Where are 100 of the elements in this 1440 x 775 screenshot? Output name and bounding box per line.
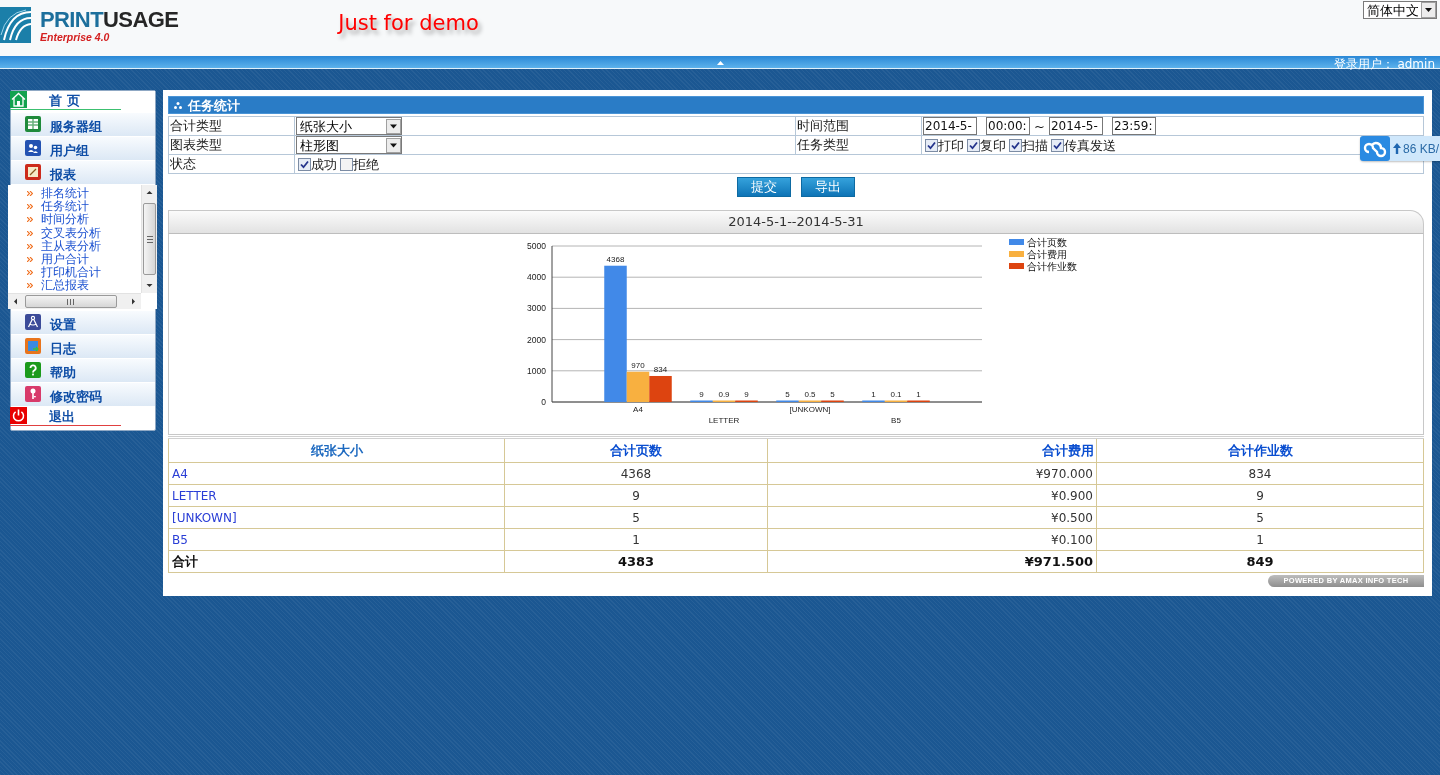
menu-item[interactable]: 日志 (11, 334, 155, 358)
row-link[interactable]: B5 (172, 532, 188, 547)
horizontal-scrollbar[interactable] (8, 293, 141, 309)
submenu-item[interactable]: 打印机合计 (27, 266, 141, 280)
hierarchy-icon (174, 101, 182, 109)
total-cell: 4383 (504, 550, 768, 573)
table-cell: 4368 (504, 462, 768, 485)
checkbox[interactable] (340, 157, 353, 171)
menu-item[interactable]: 用户组 (11, 136, 155, 160)
axis-tick-label: 2000 (527, 334, 546, 345)
action-button[interactable]: 导出 (801, 177, 855, 197)
data-label: 5 (785, 389, 790, 399)
data-label: 0.9 (718, 389, 730, 399)
submenu-item[interactable]: 主从表分析 (27, 239, 141, 253)
double-chevron-icon (27, 191, 33, 197)
axis-tick-label: 0 (541, 397, 546, 407)
submenu-item[interactable]: 交叉表分析 (27, 226, 141, 240)
axis-tick-label: 4000 (527, 272, 546, 283)
login-user: 登录用户： admin (1333, 57, 1435, 71)
checkbox-label: 打印 (938, 137, 964, 153)
menu-item[interactable]: 报表 (11, 160, 155, 184)
total-cell: ¥971.500 (767, 550, 1097, 573)
users-icon (25, 140, 41, 156)
data-label: 9 (699, 389, 704, 399)
table-cell: ¥970.000 (767, 462, 1097, 485)
dropdown[interactable]: 柱形图 (296, 136, 402, 154)
legend-label: 合计作业数 (1027, 261, 1077, 272)
scrollbar-thumb[interactable] (143, 203, 156, 275)
table-cell: ¥0.100 (767, 528, 1097, 551)
demo-notice: Just for demo (338, 10, 479, 37)
language-select[interactable]: 简体中文 (1363, 1, 1437, 19)
submenu-item[interactable]: 用户合计 (27, 252, 141, 267)
double-chevron-icon (27, 217, 33, 223)
field-label: 时间范围 (797, 118, 849, 133)
column-header: 合计费用 (767, 437, 1097, 463)
double-chevron-icon (27, 257, 33, 263)
date-input[interactable]: 2014-5- (923, 117, 977, 135)
caret-up-icon[interactable] (716, 61, 724, 65)
panel-title: 任务统计 (188, 97, 240, 113)
data-label: 5 (830, 389, 835, 399)
menu-item[interactable]: 设置 (11, 310, 155, 334)
category-label: [UNKOWN] (789, 405, 831, 414)
legend-label: 合计费用 (1027, 249, 1067, 260)
scrollbar-thumb[interactable] (24, 295, 117, 308)
row-link[interactable]: A4 (172, 466, 188, 481)
checkbox-label: 拒绝 (353, 156, 379, 172)
checkbox-label: 扫描 (1022, 137, 1048, 153)
row-link[interactable]: [UNKOWN] (172, 510, 237, 525)
submenu-item[interactable]: 任务统计 (27, 200, 141, 214)
double-chevron-icon (27, 204, 33, 210)
menu-item[interactable]: 服务器组 (11, 112, 155, 136)
vertical-scrollbar[interactable] (141, 185, 157, 293)
logo-wordmark: PRINTUSAGE (40, 8, 179, 31)
menu-item[interactable]: 帮助 (11, 358, 155, 382)
time-input[interactable]: 00:00: (986, 117, 1030, 135)
category-label: B5 (891, 416, 901, 425)
axis-tick-label: 1000 (527, 365, 546, 376)
table-cell: 9 (1096, 484, 1424, 507)
menu-item[interactable]: 修改密码 (11, 382, 155, 406)
checkbox[interactable] (967, 138, 980, 152)
dropdown[interactable]: 纸张大小 (296, 117, 402, 135)
checkbox[interactable] (1051, 138, 1064, 152)
double-chevron-icon (27, 243, 33, 249)
checkbox[interactable] (925, 138, 938, 152)
chart-period-title: 2014-5-1--2014-5-31 (168, 210, 1424, 234)
field-label: 状态 (170, 156, 196, 171)
category-label: LETTER (708, 416, 740, 425)
axis-tick-label: 3000 (527, 303, 546, 314)
table-cell: 5 (1096, 506, 1424, 529)
data-label: 1 (916, 389, 921, 399)
submenu-item[interactable]: 时间分析 (27, 213, 141, 227)
submenu-item[interactable]: 排名统计 (27, 187, 141, 201)
date-input[interactable]: 2014-5- (1048, 117, 1103, 135)
double-chevron-icon (27, 270, 33, 276)
upload-speed-widget[interactable]: 86 KB/ (1360, 136, 1440, 161)
legend-label: 合计页数 (1027, 237, 1067, 248)
checkbox-label: 成功 (311, 156, 337, 172)
notepad-icon (25, 164, 41, 180)
table-cell: 834 (1096, 462, 1424, 485)
total-cell: 849 (1096, 550, 1424, 573)
field-label: 合计类型 (170, 118, 222, 133)
time-input[interactable]: 23:59: (1111, 117, 1156, 135)
category-label: A4 (633, 405, 643, 414)
swatch-icon (1009, 263, 1024, 269)
data-label: 0.5 (804, 389, 816, 399)
checkbox-label: 复印 (980, 137, 1006, 153)
document-arrow-icon (25, 338, 41, 354)
data-label: 4368 (606, 254, 625, 264)
table-cell: 1 (504, 528, 768, 551)
table-cell: 5 (504, 506, 768, 529)
upload-arrow-icon (1393, 143, 1401, 154)
menu-item[interactable]: 首 页 (11, 91, 155, 109)
column-header: 纸张大小 (168, 437, 505, 463)
checkbox[interactable] (298, 157, 311, 171)
table-cell: 1 (1096, 528, 1424, 551)
checkbox[interactable] (1009, 138, 1022, 152)
checkbox-label: 传真发送 (1064, 137, 1116, 153)
action-button[interactable]: 提交 (737, 177, 791, 197)
submenu-item[interactable]: 汇总报表 (27, 279, 141, 293)
row-link[interactable]: LETTER (172, 488, 217, 503)
